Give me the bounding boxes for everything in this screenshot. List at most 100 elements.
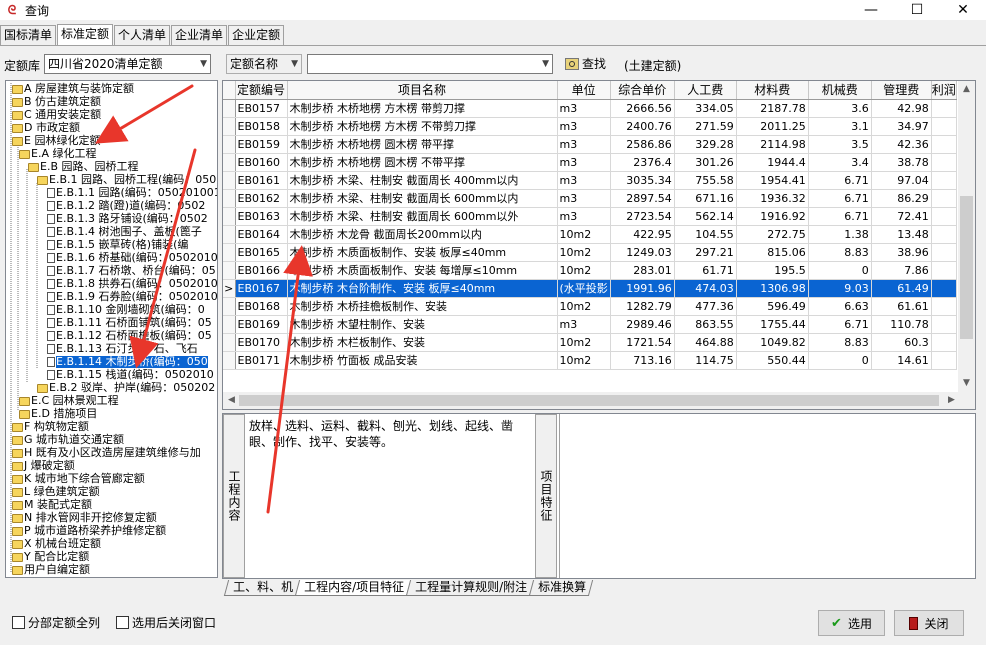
- table-cell: 木制步桥 木台阶制作、安装 板厚≤40mm: [287, 279, 558, 298]
- col-header-code[interactable]: 定额编号: [235, 81, 288, 100]
- table-row[interactable]: EB0161 木制步桥 木梁、柱制安 截面周长 400mm以内 m3 3035.34 7…: [223, 171, 957, 190]
- close-button[interactable]: 关闭: [894, 610, 964, 636]
- tree-node[interactable]: M 装配式定额: [12, 499, 92, 511]
- tree-node[interactable]: C 通用安装定额: [12, 109, 101, 121]
- col-header-unit[interactable]: 单位: [557, 81, 611, 100]
- tree-node[interactable]: Y 配合比定额: [12, 551, 89, 563]
- tree-node[interactable]: E 园林绿化定额: [12, 135, 100, 147]
- checkbox-box[interactable]: [12, 616, 25, 629]
- col-header-unit-price[interactable]: 综合单价: [610, 81, 675, 100]
- search-field-select[interactable]: 定额名称 ▼: [226, 54, 302, 74]
- table-row[interactable]: EB0166 木制步桥 木质面板制作、安装 每增厚≤10mm 10m2 283.01 6…: [223, 261, 957, 280]
- tree-node[interactable]: E.B.1.10 金刚墙砌筑(编码：0: [47, 304, 205, 316]
- tree-node[interactable]: D 市政定额: [12, 122, 80, 134]
- tree-node[interactable]: E.D 措施项目: [19, 408, 97, 420]
- table-row[interactable]: EB0164 木制步桥 木龙骨 截面周长200mm以内 10m2 422.95 104.…: [223, 225, 957, 244]
- scroll-up-icon[interactable]: ▲: [958, 81, 975, 98]
- scroll-thumb[interactable]: [960, 196, 973, 339]
- tree-node[interactable]: N 排水管网非开挖修复定额: [12, 512, 157, 524]
- col-header-machine[interactable]: 机械费: [808, 81, 872, 100]
- tree-node[interactable]: X 机械台班定额: [12, 538, 101, 550]
- close-window-button[interactable]: ✕: [940, 0, 986, 20]
- table-row[interactable]: > EB0167 木制步桥 木台阶制作、安装 板厚≤40mm (水平投影 1991.96…: [223, 279, 957, 298]
- tab-enterprise-quota[interactable]: 企业定额: [228, 25, 285, 45]
- col-header-management[interactable]: 管理费: [871, 81, 932, 100]
- grid-vertical-scrollbar[interactable]: ▲ ▼: [958, 81, 975, 392]
- find-button[interactable]: 查找: [565, 54, 606, 74]
- tree-node[interactable]: E.B.1.15 栈道(编码：0502010: [47, 369, 214, 381]
- tree-node[interactable]: G 城市轨道交通定额: [12, 434, 124, 446]
- tree-node[interactable]: E.C 园林景观工程: [19, 395, 119, 407]
- tree-node[interactable]: E.B.1.11 石桥面铺筑(编码：05: [47, 317, 212, 329]
- table-row[interactable]: EB0168 木制步桥 木桥挂檐板制作、安装 10m2 1282.79 477.36 59…: [223, 297, 957, 316]
- tree-node[interactable]: E.B.1.14 木制步桥(编码：050: [47, 356, 208, 368]
- tab-labor-material-machine[interactable]: 工、料、机: [223, 580, 301, 596]
- col-header-labor[interactable]: 人工费: [674, 81, 737, 100]
- col-header-profit[interactable]: 利润: [931, 81, 957, 100]
- tree-node[interactable]: E.B.2 驳岸、护岸(编码：050202: [37, 382, 215, 394]
- tree-node[interactable]: B 仿古建筑定额: [12, 96, 101, 108]
- tab-calc-rules[interactable]: 工程量计算规则/附注: [405, 580, 535, 596]
- tab-standard-quota[interactable]: 标准定额: [57, 24, 114, 45]
- table-cell: 72.41: [871, 207, 932, 226]
- tree-node[interactable]: E.B.1 园路、园桥工程(编码：050: [37, 174, 216, 186]
- scroll-thumb-horizontal[interactable]: [239, 395, 939, 406]
- document-icon: [47, 279, 55, 289]
- table-row[interactable]: EB0159 木制步桥 木桥地楞 圆木楞 带平撑 m3 2586.86 329.28 21…: [223, 135, 957, 154]
- tree-node[interactable]: A 房屋建筑与装饰定额: [12, 83, 134, 95]
- maximize-button[interactable]: ☐: [894, 0, 940, 20]
- tab-standard-conversion[interactable]: 标准换算: [528, 580, 594, 596]
- tree-node[interactable]: E.B.1.3 路牙铺设(编码：0502: [47, 213, 208, 225]
- tree-node[interactable]: E.B.1.6 桥基础(编码：0502010: [47, 252, 217, 264]
- table-row[interactable]: EB0163 木制步桥 木梁、柱制安 截面周长 600mm以外 m3 2723.54 5…: [223, 207, 957, 226]
- table-cell-profit: [931, 351, 957, 370]
- table-row[interactable]: EB0162 木制步桥 木梁、柱制安 截面周长 600mm以内 m3 2897.54 6…: [223, 189, 957, 208]
- scroll-right-icon[interactable]: ▶: [943, 392, 960, 409]
- tab-personal-list[interactable]: 个人清单: [114, 25, 171, 45]
- library-select[interactable]: 四川省2020清单定额 ▼: [44, 54, 211, 74]
- tab-enterprise-list[interactable]: 企业清单: [171, 25, 228, 45]
- grid-horizontal-scrollbar[interactable]: ◀ ▶: [223, 392, 975, 409]
- select-button[interactable]: ✔ 选用: [818, 610, 885, 636]
- scroll-down-icon[interactable]: ▼: [958, 375, 975, 392]
- tree-node[interactable]: E.B.1.8 拱券石(编码：0502010: [47, 278, 217, 290]
- table-row[interactable]: EB0157 木制步桥 木桥地楞 方木楞 带剪刀撑 m3 2666.56 334.05 2…: [223, 99, 957, 118]
- table-row[interactable]: EB0165 木制步桥 木质面板制作、安装 板厚≤40mm 10m2 1249.03 2…: [223, 243, 957, 262]
- checkbox-box[interactable]: [116, 616, 129, 629]
- table-cell: 14.61: [871, 351, 932, 370]
- list-all-sub-checkbox[interactable]: 分部定额全列: [12, 614, 100, 631]
- tree-node[interactable]: E.B.1.4 树池围子、盖板(篦子: [47, 226, 202, 238]
- tree-node[interactable]: 用户自编定额: [12, 564, 90, 576]
- tree-node[interactable]: K 城市地下综合管廊定额: [12, 473, 145, 485]
- tree-node[interactable]: J 爆破定额: [12, 460, 75, 472]
- tree-node[interactable]: L 绿色建筑定额: [12, 486, 100, 498]
- tree-node[interactable]: E.B 园路、园桥工程: [28, 161, 139, 173]
- tab-national-list[interactable]: 国标清单: [0, 25, 57, 45]
- tree-node[interactable]: H 既有及小区改造房屋建筑维修与加: [12, 447, 201, 459]
- table-row[interactable]: EB0169 木制步桥 木望柱制作、安装 m3 2989.46 863.55 1755.4…: [223, 315, 957, 334]
- table-cell: 3.5: [808, 135, 872, 154]
- tree-node[interactable]: P 城市道路桥梁养护维修定额: [12, 525, 166, 537]
- scroll-left-icon[interactable]: ◀: [223, 392, 240, 409]
- tree-node[interactable]: E.B.1.2 踏(蹬)道(编码：0502: [47, 200, 205, 212]
- table-row[interactable]: EB0158 木制步桥 木桥地楞 方木楞 不带剪刀撑 m3 2400.76 271.59…: [223, 117, 957, 136]
- search-input[interactable]: ▼: [307, 54, 553, 74]
- tree-node[interactable]: E.B.1.12 石桥面檐板(编码：05: [47, 330, 212, 342]
- quota-tree[interactable]: A 房屋建筑与装饰定额 B 仿古建筑定额 C 通用安装定额 D 市政定额 E 园林绿化定…: [5, 80, 218, 578]
- tree-node[interactable]: E.B.1.9 石券脸(编码：0502010: [47, 291, 217, 303]
- table-row[interactable]: EB0170 木制步桥 木栏板制作、安装 10m2 1721.54 464.88 1049…: [223, 333, 957, 352]
- close-after-select-checkbox[interactable]: 选用后关闭窗口: [116, 614, 216, 631]
- table-row[interactable]: EB0171 木制步桥 竹面板 成品安装 10m2 713.16 114.75 550.4…: [223, 351, 957, 370]
- tree-node[interactable]: F 构筑物定额: [12, 421, 89, 433]
- tab-work-content[interactable]: 工程内容/项目特征: [294, 580, 412, 596]
- tree-node[interactable]: E.B.1.7 石桥墩、桥台(编码：05: [47, 265, 216, 277]
- table-row[interactable]: EB0160 木制步桥 木桥地楞 圆木楞 不带平撑 m3 2376.4 301.26 19…: [223, 153, 957, 172]
- tree-node[interactable]: E.A 绿化工程: [19, 148, 96, 160]
- col-header-name[interactable]: 项目名称: [287, 81, 558, 100]
- minimize-button[interactable]: —: [848, 0, 894, 20]
- tree-node[interactable]: E.B.1.1 园路(编码：050201001: [47, 187, 217, 199]
- col-header-material[interactable]: 材料费: [736, 81, 809, 100]
- table-cell: EB0169: [235, 315, 288, 334]
- tree-node[interactable]: E.B.1.13 石汀步(步石、飞石: [47, 343, 198, 355]
- tree-node[interactable]: E.B.1.5 嵌草砖(格)铺装(编: [47, 239, 188, 251]
